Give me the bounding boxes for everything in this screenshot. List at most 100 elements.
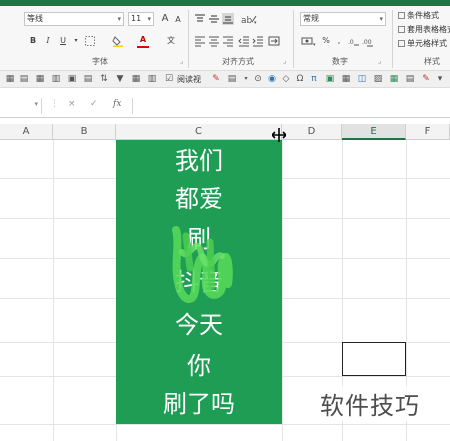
table-format-icon	[398, 26, 405, 33]
group-divider	[293, 10, 294, 68]
chevron-down-icon[interactable]: ▾	[70, 35, 82, 47]
conditional-format-label: 条件格式	[407, 11, 439, 20]
grid-lines-icon[interactable]: ▦	[130, 73, 142, 85]
column-header-d[interactable]: D	[282, 124, 342, 140]
filter-icon[interactable]: ▼	[114, 73, 126, 85]
chevron-down-icon[interactable]: ▾	[240, 73, 252, 85]
column-header-e[interactable]: E	[342, 124, 406, 140]
font-group-label: 字体	[92, 57, 108, 66]
group-divider	[188, 10, 189, 68]
grow-font-glyph: A	[161, 13, 169, 24]
cell-styles-button[interactable]: 单元格样式	[398, 38, 447, 49]
percent-glyph: %	[322, 36, 330, 45]
phonetic-button[interactable]: 文	[165, 35, 177, 47]
bold-glyph: B	[29, 36, 37, 45]
smartart-icon[interactable]: ◫	[356, 73, 368, 85]
more-icon[interactable]: ▾	[434, 73, 446, 85]
cell-text-line: 今天	[175, 311, 223, 339]
increase-indent-icon[interactable]	[252, 35, 264, 47]
svg-text:.0: .0	[348, 39, 354, 46]
cancel-icon[interactable]: ×	[68, 99, 76, 109]
insert-function-icon[interactable]: fx	[113, 99, 121, 109]
dialog-launcher-icon[interactable]: ⌟	[283, 57, 286, 65]
brush-icon[interactable]: ✎	[210, 73, 222, 85]
sort-icon[interactable]: ⇅	[98, 73, 110, 85]
selected-cell-e[interactable]	[342, 342, 406, 376]
font-name-value: 等线	[27, 14, 43, 23]
number-format-select[interactable]: 常规 ▾	[300, 12, 386, 26]
name-box[interactable]: ▾	[0, 98, 42, 114]
decrease-indent-icon[interactable]	[238, 35, 250, 47]
insert-icon[interactable]: ▣	[66, 73, 78, 85]
confirm-icon[interactable]: ✓	[90, 99, 98, 109]
grow-font-button[interactable]: A	[159, 13, 171, 25]
dialog-launcher-icon[interactable]: ⌟	[378, 57, 381, 65]
chart-icon[interactable]: ▥	[50, 73, 62, 85]
format-as-table-label: 套用表格格式	[407, 25, 450, 34]
align-center-icon[interactable]	[208, 35, 220, 47]
increase-decimal-icon[interactable]: .0	[348, 35, 360, 47]
italic-button[interactable]: I	[42, 35, 54, 47]
decrease-decimal-icon[interactable]: .00	[362, 35, 374, 47]
fill-color-icon[interactable]	[112, 35, 124, 47]
sheet-icon[interactable]: ▦	[388, 73, 400, 85]
align-left-icon[interactable]	[194, 35, 206, 47]
orientation-icon[interactable]: ab ▾	[240, 13, 258, 26]
font-size-select[interactable]: 11 ▾	[128, 12, 154, 26]
comma-style-button[interactable]: ,	[333, 35, 345, 47]
watermark: 软件技巧	[318, 386, 422, 421]
equation-icon[interactable]: π	[308, 73, 320, 85]
align-bottom-icon[interactable]	[222, 13, 234, 25]
shrink-font-glyph: A	[175, 15, 181, 24]
symbol-icon[interactable]: Ω	[294, 73, 306, 85]
bold-button[interactable]: B	[27, 35, 39, 47]
shape-icon[interactable]: ◇	[280, 73, 292, 85]
align-middle-icon[interactable]	[208, 13, 220, 25]
border-icon[interactable]	[84, 35, 96, 47]
align-top-icon[interactable]	[194, 13, 206, 25]
gridline	[53, 140, 54, 441]
column-header-c[interactable]: C	[116, 124, 282, 140]
chevron-down-icon: ▾	[147, 15, 151, 23]
scribble-mark	[172, 226, 233, 303]
font-name-select[interactable]: 等线 ▾	[24, 12, 124, 26]
conditional-format-button[interactable]: 条件格式	[398, 10, 439, 21]
checkbox-icon[interactable]: ☑	[163, 73, 175, 85]
align-right-icon[interactable]	[222, 35, 234, 47]
camera-icon[interactable]: ◉	[266, 73, 278, 85]
format-icon[interactable]: ▤	[18, 73, 30, 85]
picture-icon[interactable]: ▨	[372, 73, 384, 85]
object-icon[interactable]: ▦	[340, 73, 352, 85]
cell-styles-label: 单元格样式	[407, 39, 447, 48]
underline-button[interactable]: U	[57, 35, 69, 47]
ribbon: 等线 ▾ 11 ▾ A A B I U ▾ A 文 字体 ⌟ ab ▾ 对齐方式…	[0, 6, 450, 70]
styles-group-label: 样式	[424, 57, 440, 66]
gridline	[0, 424, 450, 425]
print-icon[interactable]: ▤	[82, 73, 94, 85]
table-icon[interactable]: ▦	[34, 73, 46, 85]
grid-icon[interactable]: ▦	[4, 73, 16, 85]
font-color-glyph: A	[139, 35, 147, 44]
image-icon[interactable]: ▣	[324, 73, 336, 85]
column-header-a[interactable]: A	[0, 124, 53, 140]
font-size-value: 11	[131, 14, 142, 23]
link-icon[interactable]: ⊙	[252, 73, 264, 85]
accounting-format-icon[interactable]: ▾	[301, 35, 317, 48]
more-icon: ⋮	[50, 99, 59, 109]
reading-view-label[interactable]: 阅读视	[177, 74, 201, 85]
dialog-launcher-icon[interactable]: ⌟	[180, 57, 183, 65]
column-header-b[interactable]: B	[53, 124, 116, 140]
font-color-button[interactable]: A	[137, 34, 149, 46]
column-header-f[interactable]: F	[406, 124, 450, 140]
shrink-font-button[interactable]: A	[172, 14, 184, 26]
merge-center-icon[interactable]	[268, 35, 280, 47]
table-style-icon[interactable]: ▤	[226, 73, 238, 85]
font-color-swatch	[137, 46, 149, 48]
freeze-icon[interactable]: ▥	[146, 73, 158, 85]
text-box-icon[interactable]: ▤	[404, 73, 416, 85]
percent-button[interactable]: %	[320, 35, 332, 47]
chevron-down-icon: ▾	[34, 100, 38, 108]
format-as-table-button[interactable]: 套用表格格式	[398, 24, 450, 35]
formula-input[interactable]	[132, 98, 450, 114]
pen-icon[interactable]: ✎	[420, 73, 432, 85]
